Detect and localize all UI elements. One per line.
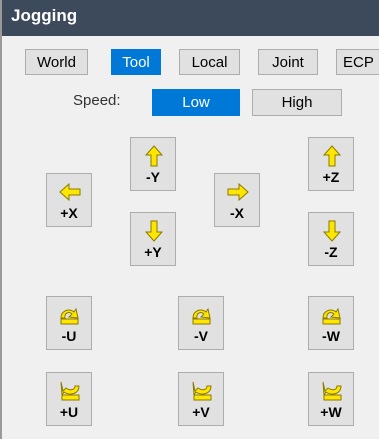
jog-plus-z-button[interactable]: +Z	[308, 137, 354, 191]
jog-plus-x-label: +X	[60, 205, 78, 221]
jog-minus-x-label: -X	[230, 205, 244, 221]
arrow-left-icon	[59, 182, 81, 202]
speed-low-button[interactable]: Low	[152, 89, 240, 116]
jog-minus-v-label: -V	[194, 328, 208, 344]
jog-plus-u-button[interactable]: +U	[46, 372, 92, 426]
jog-minus-y-label: -Y	[146, 169, 160, 185]
arrow-down-icon	[322, 220, 342, 242]
jog-minus-x-button[interactable]: -X	[214, 173, 260, 227]
mode-tool-button[interactable]: Tool	[111, 49, 161, 75]
jog-plus-u-label: +U	[59, 404, 79, 420]
arrow-down-icon	[144, 220, 164, 242]
jog-minus-y-button[interactable]: -Y	[130, 137, 176, 191]
jog-minus-v-button[interactable]: -V	[178, 296, 224, 350]
jog-minus-z-button[interactable]: -Z	[308, 212, 354, 266]
jogging-panel: Jogging World Tool Local Joint ECP Speed…	[2, 0, 379, 439]
jog-minus-u-label: -U	[61, 328, 77, 344]
mode-world-button[interactable]: World	[25, 49, 88, 75]
speed-high-button[interactable]: High	[252, 89, 342, 116]
rotate-cw-icon	[322, 307, 341, 325]
arrow-up-icon	[144, 145, 164, 167]
title-bar: Jogging	[2, 0, 379, 36]
jog-minus-w-button[interactable]: -W	[308, 296, 354, 350]
mode-ecp-button[interactable]: ECP	[336, 49, 379, 75]
jog-minus-u-button[interactable]: -U	[46, 296, 92, 350]
arrow-up-icon	[322, 145, 342, 167]
rotate-cw-icon	[60, 307, 79, 325]
mode-joint-button[interactable]: Joint	[258, 49, 318, 75]
jog-plus-z-label: +Z	[322, 169, 340, 185]
rotate-cw-icon	[192, 307, 211, 325]
rotate-ccw-icon	[192, 381, 212, 401]
panel-title: Jogging	[11, 6, 78, 25]
jog-plus-w-button[interactable]: +W	[308, 372, 354, 426]
jog-plus-y-button[interactable]: +Y	[130, 212, 176, 266]
jog-minus-z-label: -Z	[324, 244, 338, 260]
jog-plus-w-label: +W	[320, 404, 342, 420]
speed-label: Speed:	[73, 92, 121, 109]
rotate-ccw-icon	[60, 381, 80, 401]
jog-plus-v-label: +V	[192, 404, 210, 420]
jog-minus-w-label: -W	[322, 328, 340, 344]
jog-plus-y-label: +Y	[144, 244, 162, 260]
jog-plus-x-button[interactable]: +X	[46, 173, 92, 227]
rotate-ccw-icon	[322, 381, 342, 401]
jog-plus-v-button[interactable]: +V	[178, 372, 224, 426]
arrow-right-icon	[227, 182, 249, 202]
mode-local-button[interactable]: Local	[179, 49, 240, 75]
